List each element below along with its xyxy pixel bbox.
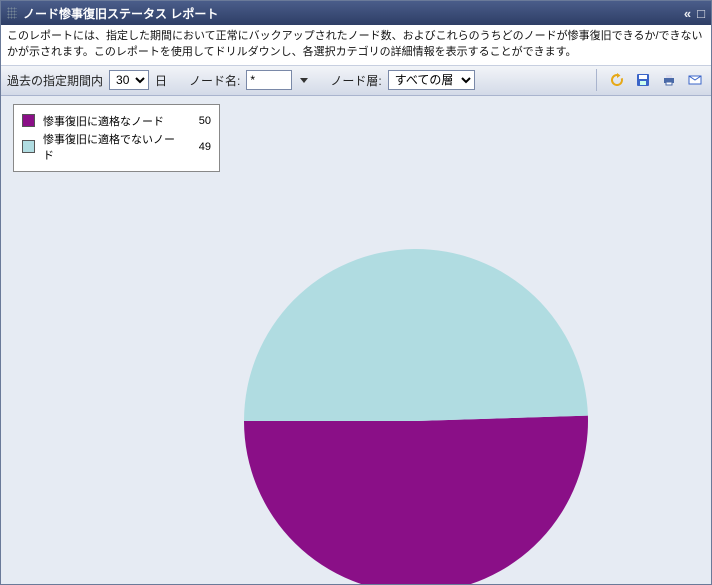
toolbar-separator xyxy=(596,69,597,91)
legend-swatch xyxy=(22,114,35,127)
save-icon[interactable] xyxy=(633,70,653,90)
legend-swatch xyxy=(22,140,35,153)
chart-area: 惨事復旧に適格なノード 50 惨事復旧に適格でないノード 49 xyxy=(1,96,711,584)
title-bar: ノード惨事復旧ステータス レポート « □ xyxy=(1,1,711,25)
pie-slice[interactable] xyxy=(244,249,588,421)
legend-value: 50 xyxy=(191,115,211,127)
legend-value: 49 xyxy=(191,141,211,153)
pie-chart xyxy=(241,246,591,584)
period-select[interactable]: 30 xyxy=(109,70,149,90)
print-icon[interactable] xyxy=(659,70,679,90)
grip-icon xyxy=(7,7,17,19)
refresh-icon[interactable] xyxy=(607,70,627,90)
node-name-input[interactable] xyxy=(246,70,292,90)
node-tier-select[interactable]: すべての層 xyxy=(388,70,475,90)
legend-item: 惨事復旧に適格なノード 50 xyxy=(22,113,211,129)
filter-toolbar: 過去の指定期間内 30 日 ノード名: ノード層: すべての層 xyxy=(1,66,711,96)
chart-legend: 惨事復旧に適格なノード 50 惨事復旧に適格でないノード 49 xyxy=(13,104,220,172)
collapse-icon[interactable]: « xyxy=(684,6,691,21)
period-label: 過去の指定期間内 xyxy=(7,72,103,89)
email-icon[interactable] xyxy=(685,70,705,90)
window-title: ノード惨事復旧ステータス レポート xyxy=(23,5,678,22)
maximize-icon[interactable]: □ xyxy=(697,6,705,21)
node-name-dropdown-icon[interactable] xyxy=(300,78,308,83)
legend-label: 惨事復旧に適格でないノード xyxy=(43,131,183,163)
report-window: ノード惨事復旧ステータス レポート « □ このレポートには、指定した期間におい… xyxy=(0,0,712,585)
pie-slice[interactable] xyxy=(244,415,588,584)
legend-item: 惨事復旧に適格でないノード 49 xyxy=(22,131,211,163)
node-tier-label: ノード層: xyxy=(330,72,381,89)
node-name-label: ノード名: xyxy=(189,72,240,89)
legend-label: 惨事復旧に適格なノード xyxy=(43,113,183,129)
report-description: このレポートには、指定した期間において正常にバックアップされたノード数、およびこ… xyxy=(1,25,711,66)
period-unit: 日 xyxy=(155,72,167,89)
